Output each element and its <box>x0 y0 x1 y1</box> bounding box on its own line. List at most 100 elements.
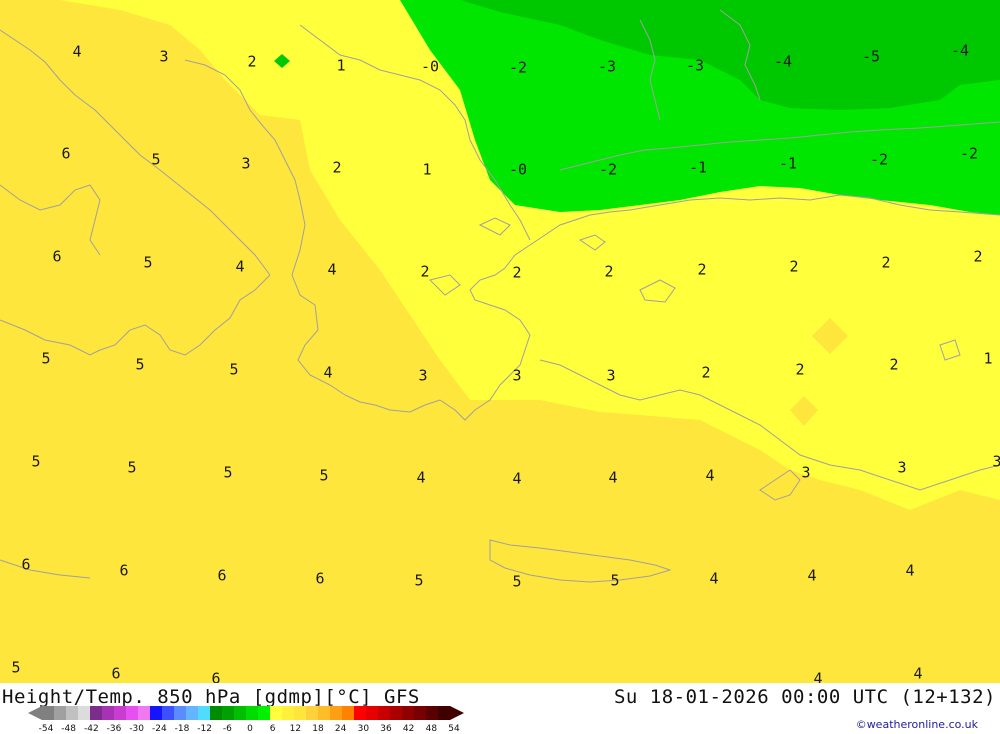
temperature-value-label: 1 <box>336 56 346 75</box>
map-viewer: 4 3 2 1 -0 -2 -3 -3 -4 -5 -4 6 5 3 2 1 -0 -2 -1 -1 -2 -2 6 5 4 4 2… <box>0 0 1000 734</box>
scale-swatch <box>342 706 355 720</box>
scale-swatch <box>306 706 319 720</box>
temperature-value-label: 1 <box>983 349 993 368</box>
temperature-value-label: 3 <box>606 366 616 385</box>
temperature-value-label: 5 <box>11 658 21 677</box>
scale-swatch <box>246 706 259 720</box>
temperature-value-label: 5 <box>151 150 161 169</box>
temperature-value-label: 4 <box>323 363 333 382</box>
temperature-value-label: 2 <box>332 158 342 177</box>
temperature-value-label: 3 <box>418 366 428 385</box>
scale-swatch <box>162 706 175 720</box>
scale-swatch <box>378 706 391 720</box>
scale-swatch <box>126 706 139 720</box>
scale-swatch <box>402 706 415 720</box>
temperature-value-label: 3 <box>159 47 169 66</box>
temperature-value-label: -4 <box>950 41 970 60</box>
temperature-value-label: -3 <box>597 57 617 76</box>
scale-swatch <box>66 706 79 720</box>
scale-swatch <box>270 706 283 720</box>
temperature-value-label: 4 <box>608 468 618 487</box>
temperature-value-label: 6 <box>111 664 121 683</box>
temperature-map <box>0 0 1000 683</box>
temperature-value-label: 6 <box>217 566 227 585</box>
temperature-value-label: 4 <box>512 469 522 488</box>
temperature-value-label: -5 <box>861 47 881 66</box>
temperature-value-label: -0 <box>420 57 440 76</box>
scale-swatch <box>354 706 367 720</box>
temperature-value-label: -4 <box>773 52 793 71</box>
temperature-value-label: 3 <box>241 154 251 173</box>
scale-swatch <box>330 706 343 720</box>
scale-swatch <box>414 706 427 720</box>
temperature-value-label: 3 <box>801 463 811 482</box>
temperature-value-label: 2 <box>420 262 430 281</box>
scale-swatch <box>102 706 115 720</box>
temperature-value-label: 2 <box>604 262 614 281</box>
temperature-value-label: 3 <box>992 452 1000 471</box>
scale-swatch <box>90 706 103 720</box>
temperature-value-label: -2 <box>598 160 618 179</box>
scale-swatch <box>282 706 295 720</box>
temperature-value-label: 4 <box>709 569 719 588</box>
map-title: Height/Temp. 850 hPa [gdmp][°C] GFS <box>2 686 420 708</box>
temperature-value-label: -3 <box>685 56 705 75</box>
scale-swatch <box>438 706 451 720</box>
temperature-value-label: 2 <box>697 260 707 279</box>
temperature-value-label: 5 <box>512 572 522 591</box>
temperature-value-label: -2 <box>959 144 979 163</box>
temperature-value-label: 2 <box>973 247 983 266</box>
temperature-value-label: 2 <box>889 355 899 374</box>
scale-swatch <box>366 706 379 720</box>
temperature-value-label: 2 <box>789 257 799 276</box>
scale-swatch <box>426 706 439 720</box>
temperature-value-label: 5 <box>31 452 41 471</box>
temperature-value-label: 5 <box>41 349 51 368</box>
temperature-value-label: 5 <box>135 355 145 374</box>
temperature-value-label: 5 <box>143 253 153 272</box>
temperature-value-label: 6 <box>21 555 31 574</box>
temperature-value-label: -1 <box>688 158 708 177</box>
temperature-value-label: 3 <box>897 458 907 477</box>
temperature-value-label: -2 <box>869 150 889 169</box>
scale-swatch <box>234 706 247 720</box>
scale-swatch <box>318 706 331 720</box>
temperature-value-label: 2 <box>795 360 805 379</box>
temperature-value-label: 4 <box>235 257 245 276</box>
temperature-value-label: 4 <box>905 561 915 580</box>
scale-swatch <box>78 706 91 720</box>
temperature-value-label: 1 <box>422 160 432 179</box>
temperature-value-label: -1 <box>778 154 798 173</box>
temperature-value-label: 6 <box>52 247 62 266</box>
temperature-value-label: 3 <box>512 366 522 385</box>
scale-swatch <box>54 706 67 720</box>
temperature-value-label: 5 <box>127 458 137 477</box>
temperature-value-label: 4 <box>327 260 337 279</box>
temperature-value-label: 6 <box>119 561 129 580</box>
scale-swatch <box>114 706 127 720</box>
scale-swatch <box>150 706 163 720</box>
scale-swatch <box>210 706 223 720</box>
scale-swatch <box>198 706 211 720</box>
scale-max-arrow <box>450 706 464 720</box>
temperature-value-label: 2 <box>512 263 522 282</box>
scale-swatch <box>294 706 307 720</box>
temperature-value-label: 2 <box>881 253 891 272</box>
temperature-value-label: 5 <box>610 571 620 590</box>
scale-swatch <box>138 706 151 720</box>
copyright-credit[interactable]: ©weatheronline.co.uk <box>856 718 978 731</box>
temperature-value-label: 5 <box>414 571 424 590</box>
scale-swatch <box>174 706 187 720</box>
scale-swatch <box>42 706 55 720</box>
temperature-value-label: 6 <box>315 569 325 588</box>
temperature-value-label: 5 <box>319 466 329 485</box>
temperature-value-label: 4 <box>416 468 426 487</box>
temperature-value-label: 4 <box>72 42 82 61</box>
temperature-value-label: 6 <box>61 144 71 163</box>
forecast-datetime: Su 18-01-2026 00:00 UTC (12+132) <box>613 686 996 708</box>
temperature-value-label: 4 <box>705 466 715 485</box>
scale-swatch <box>186 706 199 720</box>
temperature-value-label: 2 <box>247 52 257 71</box>
scale-swatch <box>390 706 403 720</box>
temperature-value-label: 5 <box>229 360 239 379</box>
